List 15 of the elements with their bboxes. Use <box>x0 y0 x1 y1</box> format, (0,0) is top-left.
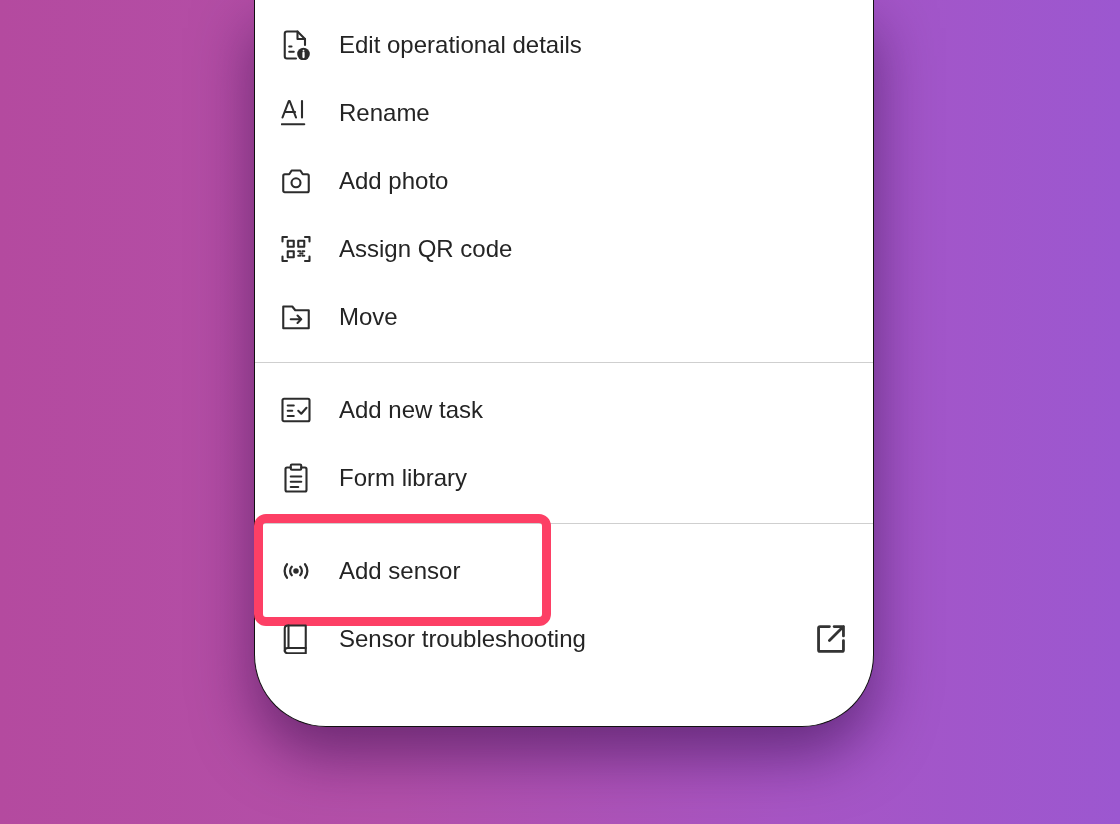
menu-item[interactable]: Rename <box>255 79 873 147</box>
menu-item[interactable]: Assign QR code <box>255 215 873 283</box>
document-info-icon <box>281 30 311 60</box>
checklist-icon <box>281 395 311 425</box>
menu-item[interactable]: Add photo <box>255 147 873 215</box>
menu-item[interactable]: Form library <box>255 444 873 512</box>
qr-code-icon <box>281 234 311 264</box>
menu-item[interactable]: Add new task <box>255 376 873 444</box>
camera-icon <box>281 166 311 196</box>
menu-item[interactable]: Move <box>255 283 873 351</box>
menu-item[interactable]: Edit operational details <box>255 11 873 79</box>
menu-item[interactable]: Sensor troubleshooting <box>255 605 873 673</box>
clipboard-icon <box>281 463 311 493</box>
folder-arrow-icon <box>281 302 311 332</box>
menu-item[interactable]: Add sensor <box>255 537 873 605</box>
